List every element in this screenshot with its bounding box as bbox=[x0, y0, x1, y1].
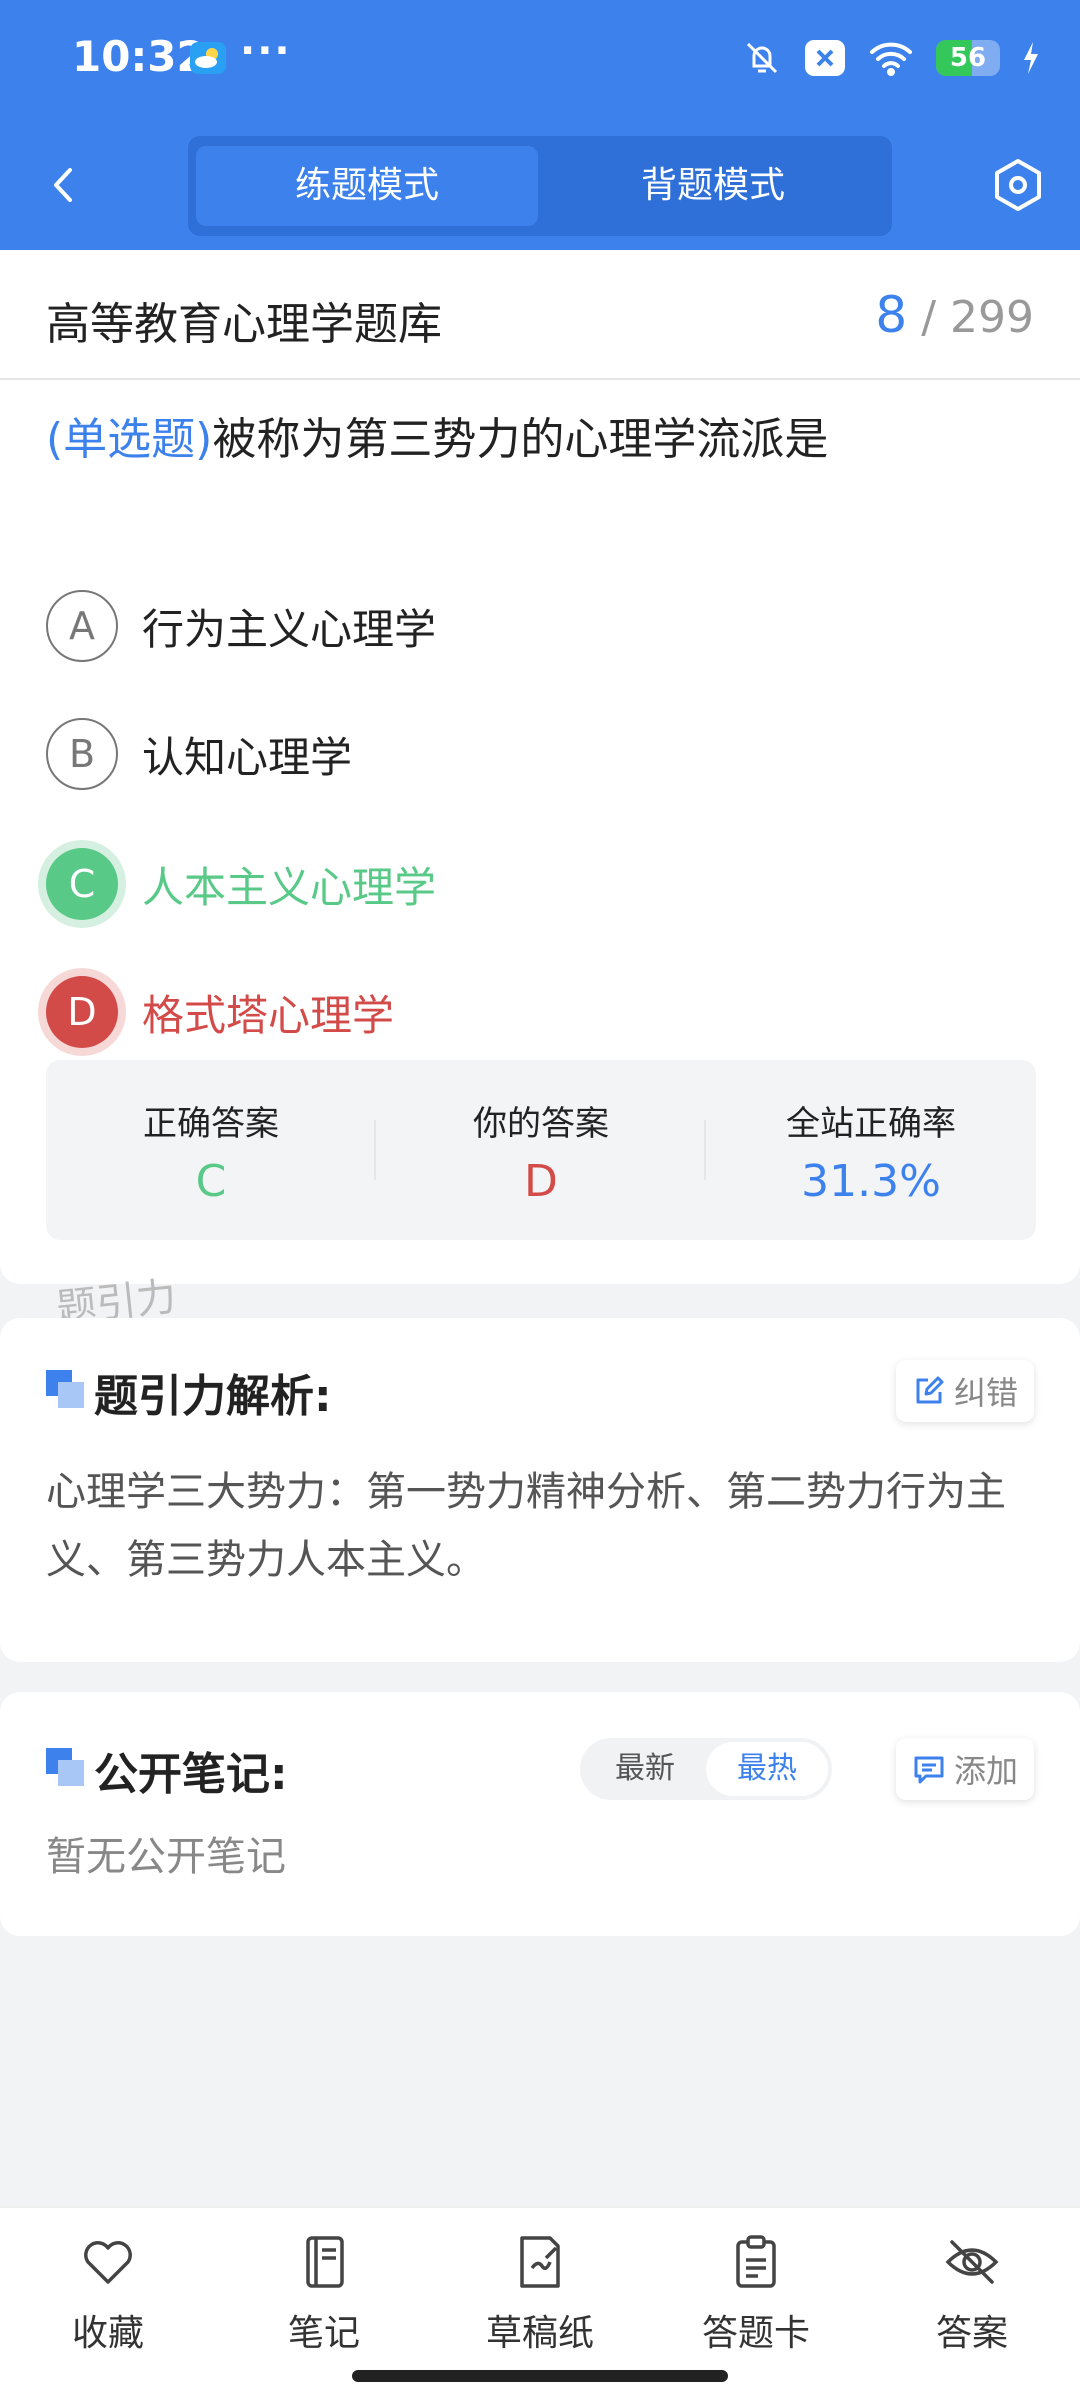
answer-sheet-icon bbox=[736, 2235, 776, 2288]
total-question-count: / 299 bbox=[921, 292, 1034, 343]
home-indicator[interactable] bbox=[352, 2370, 728, 2382]
your-answer: 你的答案 D bbox=[376, 1060, 706, 1240]
status-time: 10:32 bbox=[72, 32, 206, 81]
notes-card: 公开笔记: 最新 最热 添加 暂无公开笔记 bbox=[0, 1692, 1080, 1936]
show-answer-label: 答案 bbox=[935, 2313, 1008, 2354]
sort-newest[interactable]: 最新 bbox=[584, 1742, 706, 1796]
charging-icon bbox=[1024, 42, 1038, 74]
your-answer-value: D bbox=[524, 1156, 558, 1207]
mode-switch: 练题模式 背题模式 bbox=[188, 136, 892, 236]
bell-off-icon bbox=[746, 42, 778, 74]
scratch-paper-icon bbox=[520, 2236, 560, 2288]
section-icon bbox=[46, 1370, 84, 1408]
option-d[interactable]: D 格式塔心理学 bbox=[46, 974, 1026, 1050]
edit-icon bbox=[916, 1376, 944, 1404]
eye-off-icon bbox=[945, 2240, 999, 2284]
notes-title: 公开笔记: bbox=[94, 1749, 288, 1800]
question-bank-title: 高等教育心理学题库 bbox=[46, 299, 442, 350]
question-type: (单选题) bbox=[46, 414, 213, 465]
weather-icon bbox=[190, 42, 226, 74]
option-text: 格式塔心理学 bbox=[142, 990, 395, 1040]
answer-sheet-label: 答题卡 bbox=[701, 2313, 810, 2354]
comment-icon bbox=[914, 1756, 944, 1784]
question-stem: 被称为第三势力的心理学流派是 bbox=[212, 414, 829, 465]
option-letter: C bbox=[46, 848, 118, 920]
settings-hexagon-icon[interactable] bbox=[990, 157, 1046, 213]
scratch-paper-label: 草稿纸 bbox=[485, 2313, 594, 2354]
tab-memorize-mode[interactable]: 背题模式 bbox=[542, 146, 884, 226]
option-c[interactable]: C 人本主义心理学 bbox=[46, 846, 1026, 922]
site-accuracy-label: 全站正确率 bbox=[786, 1104, 956, 1144]
add-note-button[interactable]: 添加 bbox=[895, 1738, 1034, 1800]
no-notes-text: 暂无公开笔记 bbox=[46, 1834, 286, 1880]
option-text: 人本主义心理学 bbox=[142, 862, 437, 912]
divider bbox=[0, 378, 1080, 380]
notebook-icon bbox=[306, 2236, 344, 2288]
notes-label: 笔记 bbox=[287, 2313, 360, 2354]
question-text: (单选题)被称为第三势力的心理学流派是 bbox=[46, 408, 1036, 472]
correct-answer: 正确答案 C bbox=[46, 1060, 376, 1240]
option-text: 认知心理学 bbox=[142, 732, 353, 782]
status-right-icons: 56 bbox=[742, 36, 1040, 80]
option-letter: A bbox=[46, 590, 118, 662]
answer-summary: 正确答案 C 你的答案 D 全站正确率 31.3% bbox=[46, 1060, 1036, 1240]
option-letter: B bbox=[46, 718, 118, 790]
answer-sheet-button[interactable]: 答题卡 bbox=[656, 2232, 856, 2356]
battery-icon: 56 bbox=[936, 40, 1000, 76]
option-letter: D bbox=[46, 976, 118, 1048]
top-nav: 练题模式 背题模式 bbox=[0, 130, 1080, 240]
wifi-icon bbox=[870, 42, 912, 76]
scratch-paper-button[interactable]: 草稿纸 bbox=[440, 2232, 640, 2356]
back-chevron-icon[interactable] bbox=[40, 160, 90, 210]
site-accuracy: 全站正确率 31.3% bbox=[706, 1060, 1036, 1240]
option-a[interactable]: A 行为主义心理学 bbox=[46, 588, 1026, 664]
status-overflow: ··· bbox=[240, 28, 292, 74]
add-note-label: 添加 bbox=[953, 1752, 1018, 1790]
report-error-label: 纠错 bbox=[953, 1374, 1018, 1412]
sort-hottest[interactable]: 最热 bbox=[706, 1742, 828, 1796]
your-answer-label: 你的答案 bbox=[473, 1104, 609, 1144]
favorite-button[interactable]: 收藏 bbox=[8, 2232, 208, 2356]
notes-sort-toggle: 最新 最热 bbox=[580, 1738, 832, 1800]
status-bar: 10:32 ··· 56 bbox=[0, 0, 1080, 118]
option-b[interactable]: B 认知心理学 bbox=[46, 716, 1026, 792]
show-answer-button[interactable]: 答案 bbox=[872, 2232, 1072, 2356]
report-error-button[interactable]: 纠错 bbox=[895, 1360, 1034, 1422]
app-header: 10:32 ··· 56 练题模式 背题模式 bbox=[0, 0, 1080, 250]
site-accuracy-value: 31.3% bbox=[801, 1156, 941, 1207]
tab-practice-mode[interactable]: 练题模式 bbox=[196, 146, 538, 226]
notes-button[interactable]: 笔记 bbox=[224, 2232, 424, 2356]
correct-answer-label: 正确答案 bbox=[143, 1104, 279, 1144]
option-text: 行为主义心理学 bbox=[142, 604, 437, 654]
analysis-title: 题引力解析: bbox=[94, 1371, 332, 1422]
question-card: 高等教育心理学题库 8 / 299 (单选题)被称为第三势力的心理学流派是 A … bbox=[0, 250, 1080, 1284]
notification-x-icon bbox=[805, 40, 845, 76]
analysis-card: 题引力解析: 纠错 心理学三大势力：第一势力精神分析、第二势力行为主义、第三势力… bbox=[0, 1318, 1080, 1662]
battery-level: 56 bbox=[949, 43, 987, 73]
current-question-number: 8 bbox=[875, 286, 908, 344]
analysis-text: 心理学三大势力：第一势力精神分析、第二势力行为主义、第三势力人本主义。 bbox=[46, 1469, 1006, 1583]
correct-answer-value: C bbox=[195, 1156, 227, 1207]
heart-icon bbox=[84, 2241, 132, 2284]
question-counter: 8 / 299 bbox=[875, 286, 1034, 344]
section-icon bbox=[46, 1748, 84, 1786]
favorite-label: 收藏 bbox=[71, 2313, 144, 2354]
